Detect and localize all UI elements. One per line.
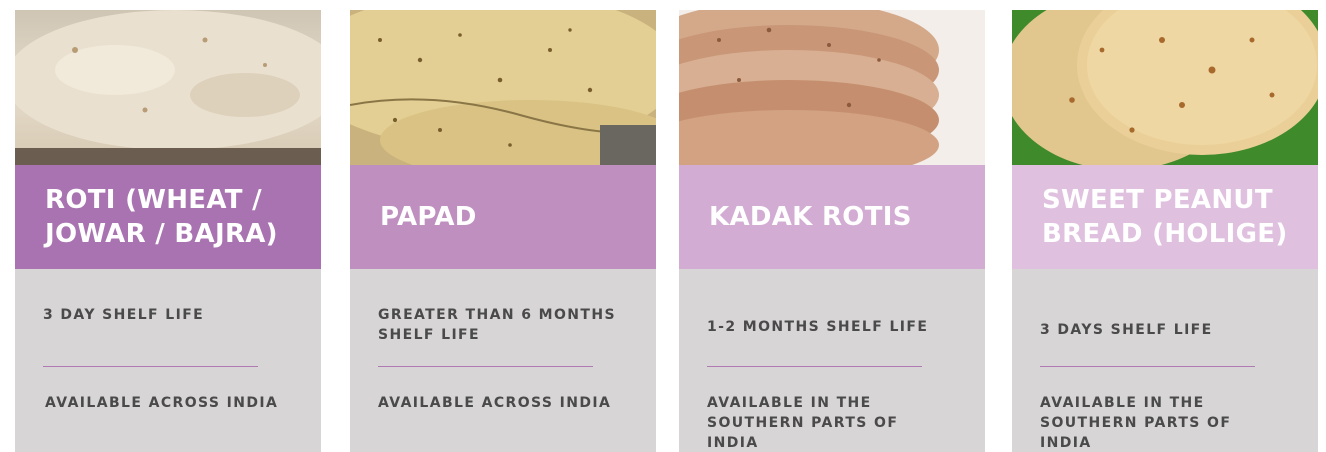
card-title: ROTI (WHEAT / JOWAR / BAJRA) bbox=[45, 185, 278, 249]
papad-photo bbox=[350, 10, 656, 165]
papad-details: GREATER THAN 6 MONTHS SHELF LIFE AVAILAB… bbox=[350, 269, 656, 452]
kadak-rotis-banner: KADAK ROTIS bbox=[679, 165, 985, 269]
card-roti[interactable]: ROTI (WHEAT / JOWAR / BAJRA) 3 DAY SHELF… bbox=[15, 10, 321, 452]
divider bbox=[707, 366, 922, 367]
card-title: PAPAD bbox=[380, 202, 477, 232]
card-kadak-rotis[interactable]: KADAK ROTIS 1-2 MONTHS SHELF LIFE AVAILA… bbox=[679, 10, 985, 452]
shelf-life-text: 3 DAY SHELF LIFE bbox=[43, 307, 205, 323]
availability-text: AVAILABLE IN THE SOUTHERN PARTS OF INDIA bbox=[707, 395, 899, 451]
card-title: SWEET PEANUT BREAD (HOLIGE) bbox=[1042, 185, 1288, 249]
roti-photo bbox=[15, 10, 321, 165]
kadak-rotis-photo bbox=[679, 10, 985, 165]
availability-text: AVAILABLE ACROSS INDIA bbox=[378, 395, 612, 411]
availability-text: AVAILABLE IN THE SOUTHERN PARTS OF INDIA bbox=[1040, 395, 1232, 451]
holige-banner: SWEET PEANUT BREAD (HOLIGE) bbox=[1012, 165, 1318, 269]
card-title: KADAK ROTIS bbox=[709, 202, 912, 232]
divider bbox=[43, 366, 258, 367]
shelf-life-text: GREATER THAN 6 MONTHS SHELF LIFE bbox=[378, 307, 616, 343]
product-cards: ROTI (WHEAT / JOWAR / BAJRA) 3 DAY SHELF… bbox=[0, 0, 1326, 452]
papad-banner: PAPAD bbox=[350, 165, 656, 269]
availability-text: AVAILABLE ACROSS INDIA bbox=[45, 395, 279, 411]
divider bbox=[378, 366, 593, 367]
shelf-life-text: 1-2 MONTHS SHELF LIFE bbox=[707, 319, 929, 335]
roti-details: 3 DAY SHELF LIFE AVAILABLE ACROSS INDIA bbox=[15, 269, 321, 452]
card-papad[interactable]: PAPAD GREATER THAN 6 MONTHS SHELF LIFE A… bbox=[350, 10, 656, 452]
holige-photo bbox=[1012, 10, 1318, 165]
shelf-life-text: 3 DAYS SHELF LIFE bbox=[1040, 322, 1213, 338]
kadak-rotis-details: 1-2 MONTHS SHELF LIFE AVAILABLE IN THE S… bbox=[679, 269, 985, 452]
divider bbox=[1040, 366, 1255, 367]
holige-details: 3 DAYS SHELF LIFE AVAILABLE IN THE SOUTH… bbox=[1012, 269, 1318, 452]
card-sweet-peanut-bread[interactable]: SWEET PEANUT BREAD (HOLIGE) 3 DAYS SHELF… bbox=[1012, 10, 1318, 452]
roti-banner: ROTI (WHEAT / JOWAR / BAJRA) bbox=[15, 165, 321, 269]
